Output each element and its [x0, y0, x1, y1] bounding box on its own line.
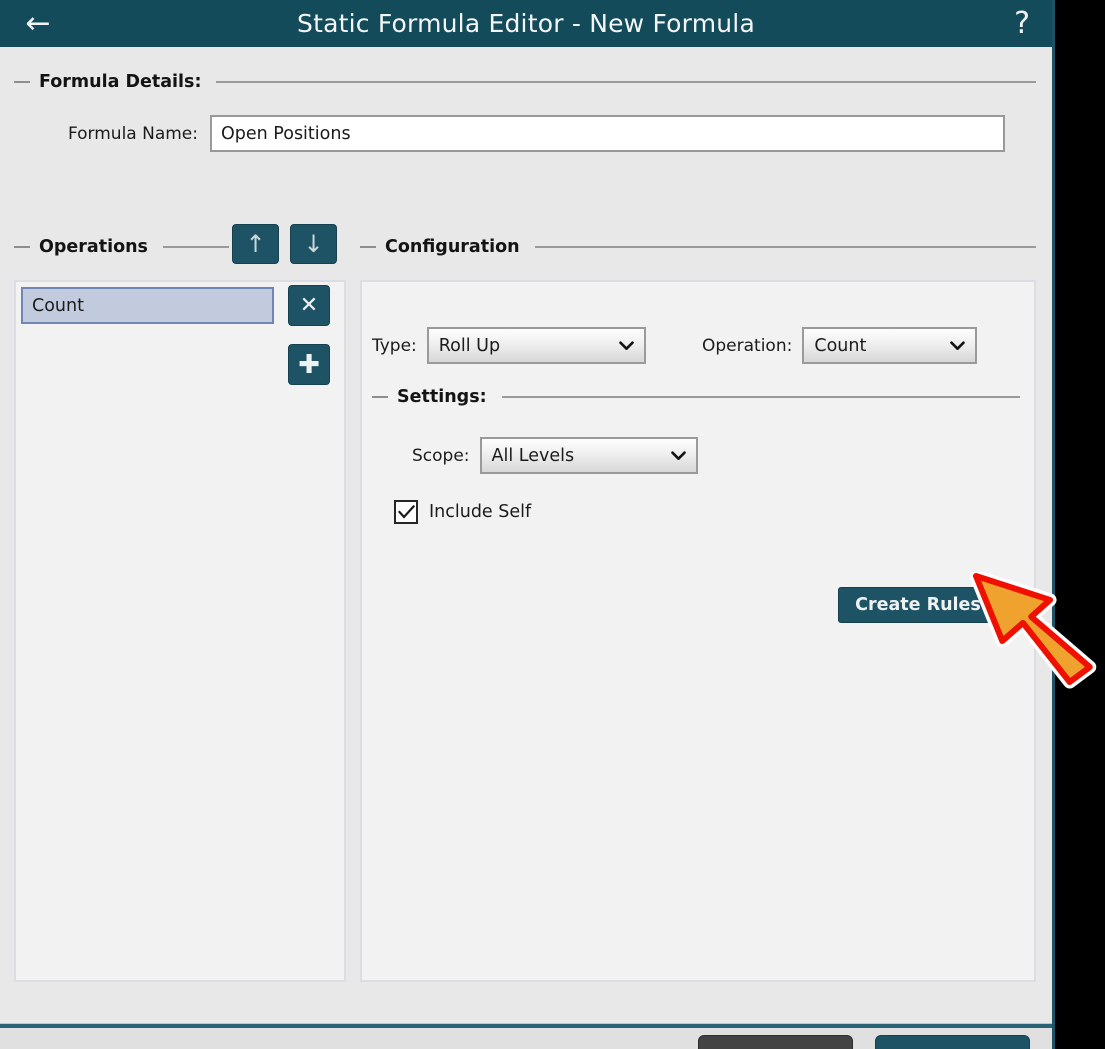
operations-title: Operations: [39, 237, 148, 257]
configuration-header: Configuration: [360, 237, 1036, 257]
footer-bar: Exit Save: [0, 1028, 1052, 1049]
operation-label: Operation:: [702, 335, 793, 356]
save-button[interactable]: Save: [875, 1034, 1030, 1049]
help-question-mark-icon[interactable]: ?: [1014, 8, 1030, 39]
chevron-down-icon: [618, 337, 634, 353]
formula-details-header: Formula Details:: [14, 72, 1036, 92]
operation-row: Operation: Count: [702, 327, 978, 364]
scope-select-value: All Levels: [491, 445, 575, 466]
operation-select[interactable]: Count: [802, 327, 978, 364]
move-operation-down-button[interactable]: ↓: [290, 224, 337, 264]
exit-button[interactable]: Exit: [698, 1034, 853, 1049]
operation-list-item[interactable]: Count: [21, 287, 274, 324]
operation-select-value: Count: [814, 335, 867, 356]
scope-label: Scope:: [412, 445, 470, 466]
configuration-title: Configuration: [385, 237, 520, 257]
title-bar: ← Static Formula Editor - New Formula ?: [0, 0, 1052, 47]
formula-name-label: Formula Name:: [67, 123, 198, 144]
remove-operation-button[interactable]: ✕: [288, 285, 330, 326]
application-window: ← Static Formula Editor - New Formula ? …: [0, 0, 1055, 1049]
back-arrow-icon[interactable]: ←: [18, 7, 58, 41]
group-rule-line: [162, 246, 229, 248]
group-dash: [372, 396, 388, 398]
formula-name-input[interactable]: Open Positions: [210, 115, 1005, 152]
configuration-panel: Type: Roll Up Operation: Count Settings:…: [360, 280, 1036, 982]
group-dash: [360, 246, 376, 248]
chevron-down-icon: [670, 447, 686, 463]
operations-move-buttons: ↑ ↓: [232, 224, 337, 264]
scope-select[interactable]: All Levels: [479, 437, 698, 474]
create-rules-button[interactable]: Create Rules: [838, 587, 998, 623]
operations-header: Operations: [14, 237, 229, 257]
formula-name-row: Formula Name: Open Positions: [14, 115, 1036, 152]
configuration-group: Configuration: [360, 237, 1036, 257]
group-rule-line: [534, 246, 1036, 248]
group-dash: [14, 246, 30, 248]
page-title: Static Formula Editor - New Formula: [297, 9, 755, 38]
type-select[interactable]: Roll Up: [426, 327, 646, 364]
move-operation-up-button[interactable]: ↑: [232, 224, 279, 264]
group-rule-line: [216, 81, 1036, 83]
settings-title: Settings:: [397, 387, 487, 407]
type-label: Type:: [372, 335, 417, 356]
operations-group: Operations ↑ ↓: [14, 224, 346, 264]
group-rule-line: [501, 396, 1020, 398]
settings-header: Settings:: [372, 387, 1020, 407]
chevron-down-icon: [950, 337, 966, 353]
include-self-label: Include Self: [429, 502, 532, 522]
formula-details-title: Formula Details:: [39, 72, 202, 92]
formula-details-group: Formula Details: Formula Name: Open Posi…: [14, 72, 1036, 152]
include-self-row[interactable]: Include Self: [394, 500, 531, 524]
type-row: Type: Roll Up: [372, 327, 646, 364]
scope-row: Scope: All Levels: [412, 437, 698, 474]
type-select-value: Roll Up: [438, 335, 501, 356]
include-self-checkbox[interactable]: [394, 500, 418, 524]
dialog-body: Formula Details: Formula Name: Open Posi…: [0, 47, 1052, 1049]
settings-group: Settings:: [372, 387, 1020, 407]
group-dash: [14, 81, 30, 83]
add-operation-button[interactable]: ✚: [288, 344, 330, 385]
operations-list-panel: Count ✕ ✚: [14, 280, 346, 982]
